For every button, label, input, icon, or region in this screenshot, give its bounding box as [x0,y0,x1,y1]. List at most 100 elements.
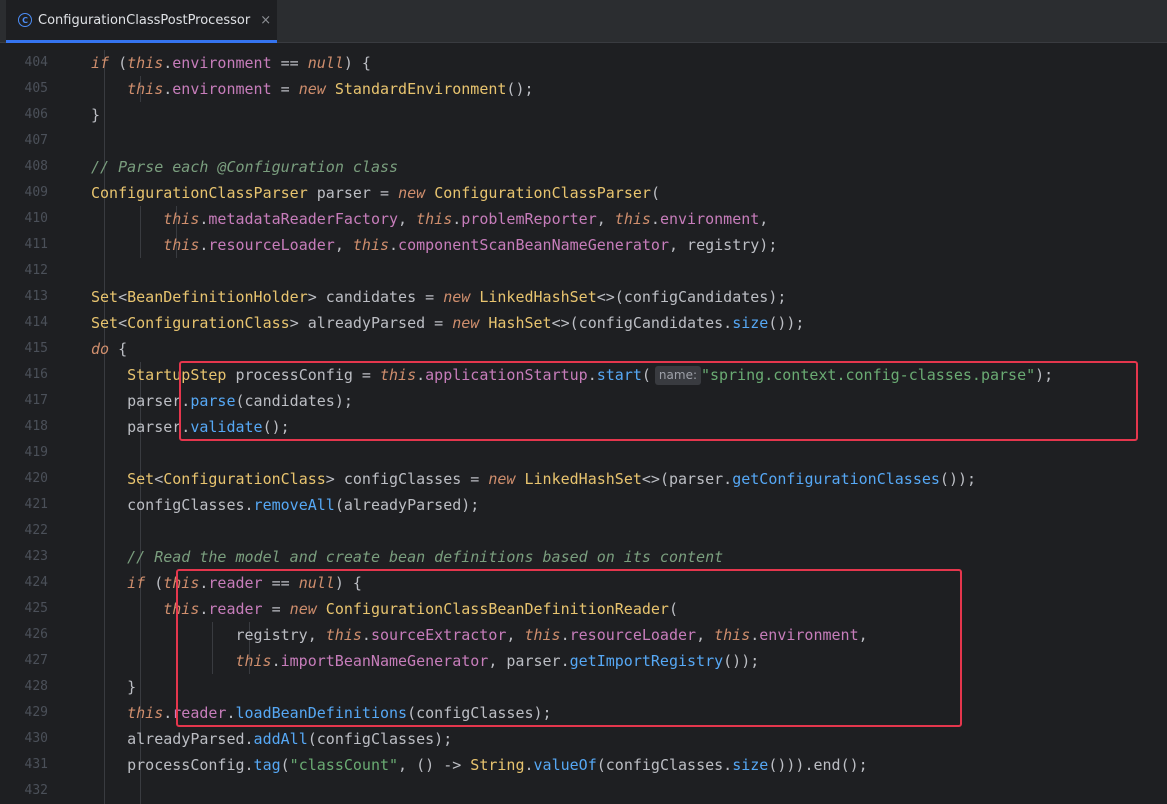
code-line[interactable]: 410 this.metadataReaderFactory, this.prob… [0,206,1167,232]
code-line[interactable]: 432 [0,778,1167,804]
code-token: metadataReaderFactory [208,210,399,228]
indent-guide [104,726,106,752]
line-number: 428 [24,679,48,694]
code-text: if (this.reader == null) { [127,570,362,596]
code-token: ( [650,184,660,202]
code-line[interactable]: 415 do { [0,336,1167,362]
code-line[interactable]: 425 this.reader = new ConfigurationClassB… [0,596,1167,622]
code-token: reader [208,574,263,592]
indent-guide [140,206,142,232]
code-line[interactable]: 417 parser.parse(candidates); [0,388,1167,414]
code-line[interactable]: 420 Set<ConfigurationClass> configClasses… [0,466,1167,492]
code-token: , [334,236,353,254]
code-line[interactable]: 431 processConfig.tag("classCount", () ->… [0,752,1167,778]
code-token: = [271,80,299,98]
code-line[interactable]: 427 this.importBeanNameGenerator, parser.… [0,648,1167,674]
code-text: this.environment = new StandardEnvironme… [127,76,533,102]
code-line[interactable]: 404 if (this.environment == null) { [0,50,1167,76]
code-line[interactable]: 424 if (this.reader == null) { [0,570,1167,596]
code-token: this [163,600,200,618]
code-token: , registry); [668,236,778,254]
code-token: reader [208,600,263,618]
code-token: . [416,366,426,384]
code-text: ConfigurationClassParser parser = new Co… [91,180,660,206]
code-text: // Read the model and create bean defini… [127,544,723,570]
indent-guide [104,700,106,726]
code-line[interactable]: 418 parser.validate(); [0,414,1167,440]
code-token: componentScanBeanNameGenerator [398,236,669,254]
line-number: 425 [24,601,48,616]
code-token: resourceLoader [208,236,335,254]
code-token: ( [109,54,128,72]
code-line[interactable]: 416 StartupStep processConfig = this.appl… [0,362,1167,388]
code-token: size [732,314,769,332]
code-text: } [127,674,136,700]
code-token: parser. [127,418,191,436]
code-line[interactable]: 421 configClasses.removeAll(alreadyParsed… [0,492,1167,518]
indent-guide [140,674,142,700]
indent-guide [140,622,142,648]
code-line[interactable]: 413 Set<BeanDefinitionHolder> candidates … [0,284,1167,310]
code-token: , parser. [488,652,570,670]
code-token: // Parse each @Configuration class [91,158,399,176]
code-line[interactable]: 408 // Parse each @Configuration class [0,154,1167,180]
code-token: = [262,600,290,618]
code-line[interactable]: 430 alreadyParsed.addAll(configClasses); [0,726,1167,752]
code-token: ()); [939,470,977,488]
indent-guide [104,752,106,778]
code-line[interactable]: 419 [0,440,1167,466]
indent-guide [104,362,106,388]
code-token: Set [127,470,155,488]
code-token: getConfigurationClasses [732,470,940,488]
code-token: StartupStep [127,366,227,384]
code-line[interactable]: 412 [0,258,1167,284]
code-line[interactable]: 422 [0,518,1167,544]
code-token: (alreadyParsed); [334,496,480,514]
code-line[interactable]: 426 registry, this.sourceExtractor, this.… [0,622,1167,648]
code-token: == [262,574,299,592]
indent-guide [104,544,106,570]
code-line[interactable]: 429 this.reader.loadBeanDefinitions(confi… [0,700,1167,726]
indent-guide [212,648,214,674]
code-editor[interactable]: 404 if (this.environment == null) {405 thi… [0,50,1167,804]
code-line[interactable]: 428} [0,674,1167,700]
line-number: 408 [24,159,48,174]
code-text: Set<BeanDefinitionHolder> candidates = n… [91,284,786,310]
code-line[interactable]: 405 this.environment = new StandardEnviro… [0,76,1167,102]
code-line[interactable]: 414 Set<ConfigurationClass> alreadyParsed… [0,310,1167,336]
code-token: String [470,756,525,774]
code-token: new [398,184,426,202]
code-token: new [298,80,326,98]
line-number: 411 [24,237,48,252]
line-number: 412 [24,263,48,278]
code-token: this [127,704,164,722]
code-token: ())).end(); [768,756,868,774]
indent-guide [104,778,106,804]
code-token: do [91,340,110,358]
code-token: processConfig. [127,756,254,774]
code-line[interactable]: 409 ConfigurationClassParser parser = new… [0,180,1167,206]
code-token: (configClasses); [407,704,552,722]
code-line[interactable]: 406} [0,102,1167,128]
code-text: this.resourceLoader, this.componentScanB… [163,232,777,258]
editor-tab-bar: C ConfigurationClassPostProcessor × [0,0,1167,43]
code-line[interactable]: 407 [0,128,1167,154]
code-token: this [325,626,362,644]
code-token: ConfigurationClassBeanDefinitionReader [325,600,669,618]
indent-guide [104,596,106,622]
code-line[interactable]: 411 this.resourceLoader, this.componentSc… [0,232,1167,258]
code-token: ()); [723,652,760,670]
close-icon[interactable]: × [260,13,271,28]
code-token: < [154,470,164,488]
code-line[interactable]: 423 // Read the model and create bean def… [0,544,1167,570]
tab-configuration-class-post-processor[interactable]: C ConfigurationClassPostProcessor × [6,0,277,43]
code-token: this [163,236,200,254]
code-token: environment [172,80,272,98]
code-token: sourceExtractor [370,626,507,644]
line-number: 423 [24,549,48,564]
code-token: if [127,574,146,592]
code-text: Set<ConfigurationClass> alreadyParsed = … [91,310,804,336]
code-token: HashSet [488,314,552,332]
